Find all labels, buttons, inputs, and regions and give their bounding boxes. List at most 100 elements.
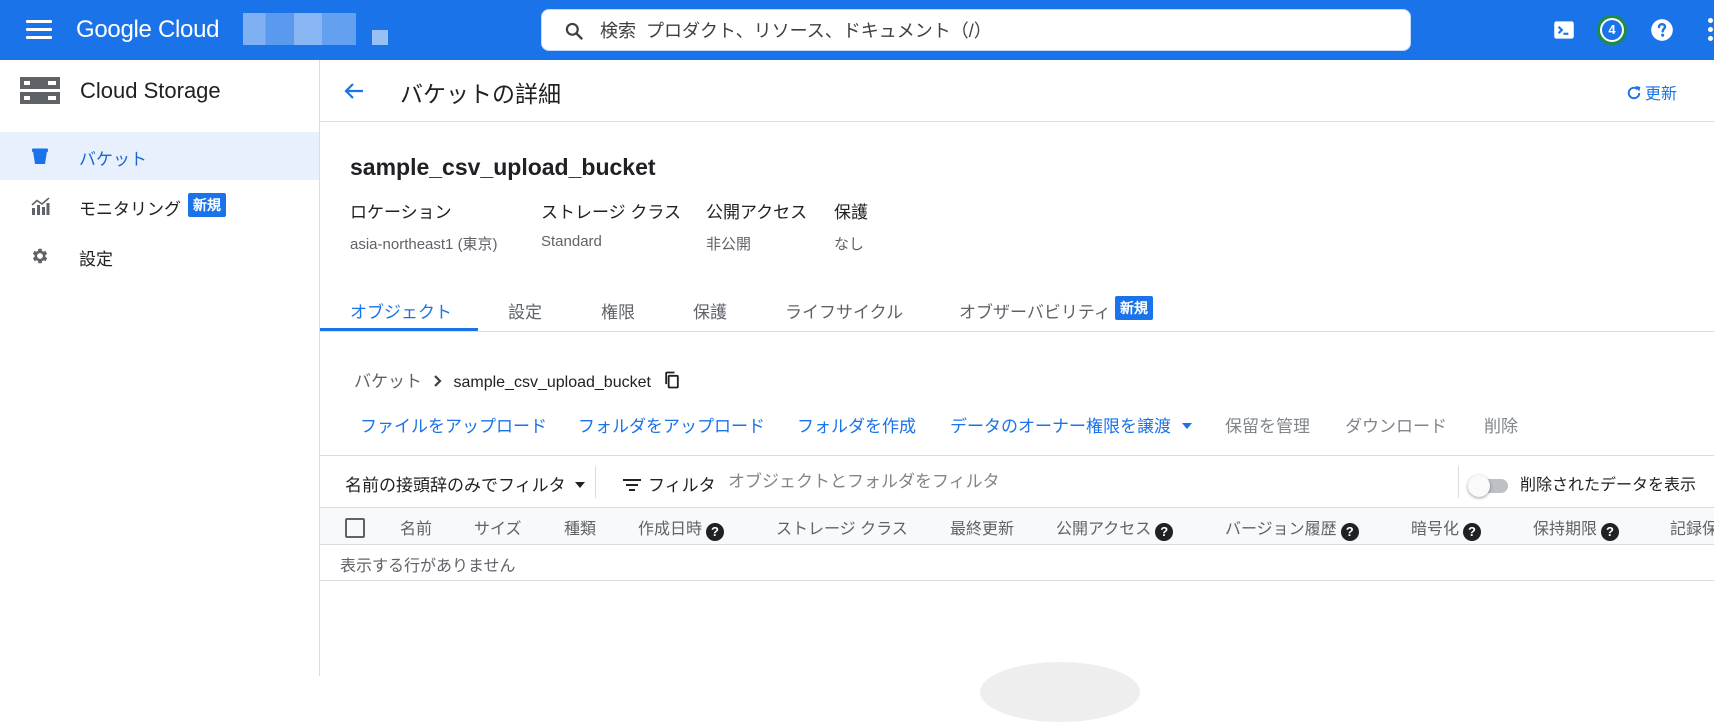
empty-message: 表示する行がありません [340, 558, 516, 575]
divider [595, 466, 596, 498]
table-header: 名前 サイズ 種類 作成日時? ストレージ クラス 最終更新 公開アクセス? バ… [320, 507, 1714, 545]
sidebar-item-monitoring[interactable]: モニタリング 新規 [0, 182, 319, 230]
help-icon[interactable]: ? [1340, 523, 1359, 541]
help-icon[interactable]: ? [1601, 523, 1620, 541]
product-title: Cloud Storage [80, 78, 221, 103]
download-button[interactable]: ダウンロード [1345, 412, 1447, 437]
help-icon[interactable] [1649, 17, 1675, 43]
refresh-icon [1627, 85, 1641, 100]
page-title: バケットの詳細 [400, 81, 561, 107]
manage-holds-button[interactable]: 保留を管理 [1225, 412, 1310, 437]
prefix-filter-label: 名前の接頭辞のみでフィルタ [345, 476, 566, 495]
empty-state-illustration [980, 662, 1140, 722]
column-header-encryption[interactable]: 暗号化? [1411, 515, 1482, 541]
column-header-storage-class[interactable]: ストレージ クラス [776, 515, 908, 539]
divider [1458, 466, 1459, 498]
help-icon[interactable]: ? [706, 523, 725, 541]
delete-button[interactable]: 削除 [1484, 412, 1518, 437]
breadcrumb: バケット sample_csv_upload_bucket [354, 367, 682, 392]
transfer-ownership-button[interactable]: データのオーナー権限を譲渡 [950, 412, 1194, 437]
notifications-badge[interactable]: 4 [1597, 15, 1627, 45]
meta-location: ロケーション asia-northeast1 (東京) [350, 198, 498, 254]
column-header-version-history[interactable]: バージョン履歴? [1225, 515, 1359, 541]
menu-icon[interactable] [26, 19, 52, 41]
sidebar: Cloud Storage バケット モニタリング 新規 設定 [0, 60, 320, 676]
sidebar-item-buckets[interactable]: バケット [0, 132, 319, 180]
active-tab-indicator [320, 328, 478, 331]
help-icon[interactable]: ? [1155, 523, 1174, 541]
breadcrumb-root[interactable]: バケット [354, 372, 422, 391]
filter-label: フィルタ [648, 476, 716, 495]
help-icon[interactable]: ? [1463, 523, 1482, 541]
tab-configuration[interactable]: 設定 [508, 298, 542, 323]
tab-bar: オブジェクト 設定 権限 保護 ライフサイクル オブザーバビリティ 新規 [320, 288, 1714, 332]
column-header-size[interactable]: サイズ [474, 515, 522, 539]
filter-button[interactable]: フィルタ [622, 471, 716, 496]
tab-protection[interactable]: 保護 [693, 298, 727, 323]
column-header-created[interactable]: 作成日時? [638, 515, 725, 541]
bucket-name: sample_csv_upload_bucket [350, 154, 656, 180]
column-header-label: 暗号化 [1411, 521, 1460, 538]
top-app-bar: Google Cloud 4 [0, 0, 1714, 60]
tab-permissions[interactable]: 権限 [601, 298, 635, 323]
column-header-label: 保持期限 [1533, 521, 1598, 538]
project-selector-redacted-chevron[interactable] [372, 30, 388, 45]
show-deleted-toggle-group: 削除されたデータを表示 [1468, 471, 1697, 497]
gear-icon [32, 248, 48, 264]
page-header: バケットの詳細 更新 [320, 60, 1714, 122]
show-deleted-label: 削除されたデータを表示 [1520, 477, 1697, 494]
meta-value: 非公開 [706, 236, 752, 253]
copy-icon[interactable] [662, 370, 682, 390]
new-badge: 新規 [1115, 296, 1153, 320]
prefix-filter-select[interactable]: 名前の接頭辞のみでフィルタ [345, 471, 587, 496]
filter-bar: 名前の接頭辞のみでフィルタ フィルタ 削除されたデータを表示 [320, 455, 1714, 508]
dropdown-arrow-icon [575, 482, 586, 488]
column-header-retention[interactable]: 保持期限? [1533, 515, 1620, 541]
transfer-ownership-label: データのオーナー権限を譲渡 [950, 417, 1171, 436]
meta-key: 保護 [834, 203, 868, 222]
search-icon [565, 22, 583, 40]
terminal-icon[interactable] [1551, 17, 1577, 43]
show-deleted-toggle[interactable] [1468, 475, 1508, 497]
column-header-last-modified[interactable]: 最終更新 [950, 515, 1014, 539]
sidebar-item-label: バケット [79, 150, 147, 169]
column-header-record-hold[interactable]: 記録保 [1670, 515, 1714, 539]
upload-files-button[interactable]: ファイルをアップロード [360, 412, 547, 437]
select-all-checkbox[interactable] [345, 518, 365, 538]
meta-key: ロケーション [350, 203, 452, 222]
breadcrumb-current: sample_csv_upload_bucket [453, 374, 651, 391]
search-input[interactable] [598, 10, 1402, 52]
column-header-public-access[interactable]: 公開アクセス? [1056, 515, 1174, 541]
meta-public-access: 公開アクセス 非公開 [706, 198, 807, 254]
tab-lifecycle[interactable]: ライフサイクル [785, 298, 903, 323]
cloud-storage-icon [20, 77, 60, 104]
notification-count: 4 [1602, 20, 1622, 40]
column-header-label: 作成日時 [638, 521, 703, 538]
meta-value: Standard [541, 233, 602, 250]
upload-folder-button[interactable]: フォルダをアップロード [578, 412, 765, 437]
chevron-right-icon [433, 375, 442, 387]
refresh-label: 更新 [1645, 86, 1678, 103]
create-folder-button[interactable]: フォルダを作成 [797, 412, 916, 437]
product-header: Cloud Storage [0, 60, 319, 120]
tab-observability[interactable]: オブザーバビリティ [959, 298, 1111, 323]
more-vert-icon[interactable] [1708, 18, 1714, 42]
search-box[interactable] [541, 9, 1411, 52]
dropdown-arrow-icon [1181, 423, 1192, 429]
column-header-name[interactable]: 名前 [400, 515, 432, 539]
back-arrow-icon[interactable] [342, 79, 366, 103]
meta-key: 公開アクセス [706, 203, 808, 222]
table-empty-row: 表示する行がありません [320, 544, 1714, 581]
sidebar-item-label: モニタリング [79, 200, 181, 219]
sidebar-item-label: 設定 [79, 250, 113, 269]
project-selector-redacted[interactable] [243, 13, 356, 45]
column-header-label: バージョン履歴 [1225, 521, 1337, 538]
monitoring-icon [31, 197, 50, 215]
column-header-type[interactable]: 種類 [564, 515, 596, 539]
object-filter-input[interactable] [726, 468, 1230, 496]
google-cloud-logo[interactable]: Google Cloud [76, 16, 219, 44]
sidebar-item-settings[interactable]: 設定 [0, 232, 319, 280]
refresh-button[interactable]: 更新 [1625, 80, 1677, 104]
meta-protection: 保護 なし [834, 198, 868, 254]
tab-objects[interactable]: オブジェクト [350, 298, 452, 323]
